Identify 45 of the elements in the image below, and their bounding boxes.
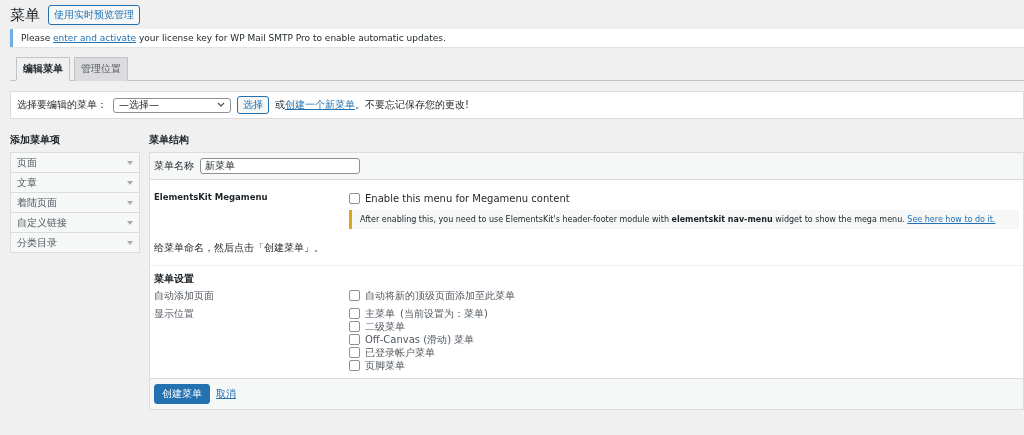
menu-dropdown[interactable]: —选择— [113,97,231,113]
megamenu-hint: After enabling this, you need to use ElementsKit's header-footer module with elementskit nav-menu widget to show the mega menu. See here how to do it. [349,210,1019,229]
checkbox[interactable] [349,193,360,204]
page-title: 菜单 [10,5,40,25]
auto-add-option-label: 自动将新的顶级页面添加至此菜单 [365,288,515,303]
menu-instruction: 给菜单命名，然后点击「创建菜单」。 [150,229,1023,266]
location-note: (当前设置为：菜单) [400,306,488,321]
accordion-item[interactable]: 着陆页面 [11,193,139,213]
tab[interactable]: 管理位置 [74,57,128,81]
menu-name-label: 菜单名称 [154,159,194,173]
accordion-item[interactable]: 文章 [11,173,139,193]
accordion-item[interactable]: 分类目录 [11,233,139,252]
license-notice: Please enter and activate your license key for WP Mail SMTP Pro to enable automatic updates. [21,33,447,43]
location-option-label: 页脚菜单 [365,358,405,373]
accordion-item[interactable]: 页面 [11,153,139,173]
checkbox[interactable] [349,290,360,301]
tab[interactable]: 编辑菜单 [16,57,70,81]
add-items-heading: 添加菜单项 [10,133,61,147]
location-option-label: 二级菜单 [365,319,405,334]
select-button[interactable]: 选择 [237,96,269,114]
live-preview-button[interactable]: 使用实时预览管理 [48,5,140,25]
checkbox[interactable] [349,308,360,319]
megamenu-label: ElementsKit Megamenu [154,192,269,204]
activate-link[interactable]: enter and activate [53,33,137,43]
auto-add-label: 自动添加页面 [154,289,215,303]
megamenu-option-label: Enable this menu for Megamenu content [365,193,570,204]
create-menu-link[interactable]: 创建一个新菜单 [285,99,355,110]
select-menu-label: 选择要编辑的菜单： [17,98,107,112]
checkbox[interactable] [349,347,360,358]
checkbox[interactable] [349,321,360,332]
how-to-link[interactable]: See here how to do it. [907,215,996,224]
create-menu-hint: 或创建一个新菜单。不要忘记保存您的更改! [275,98,469,112]
checkbox[interactable] [349,360,360,371]
cancel-link[interactable]: 取消 [216,387,236,401]
create-menu-button[interactable]: 创建菜单 [154,384,210,404]
location-option-label: 主菜单 [365,306,395,321]
caret-icon [217,102,225,108]
checkbox[interactable] [349,334,360,345]
menu-name-field[interactable]: 新菜单 [200,158,360,174]
display-location-label: 显示位置 [154,307,195,321]
location-option-label: 已登录帐户菜单 [365,345,435,360]
menu-settings-heading: 菜单设置 [154,272,195,286]
accordion-item[interactable]: 自定义链接 [11,213,139,233]
menu-structure-heading: 菜单结构 [149,133,190,147]
location-option-label: Off-Canvas (滑动) 菜单 [365,332,475,347]
